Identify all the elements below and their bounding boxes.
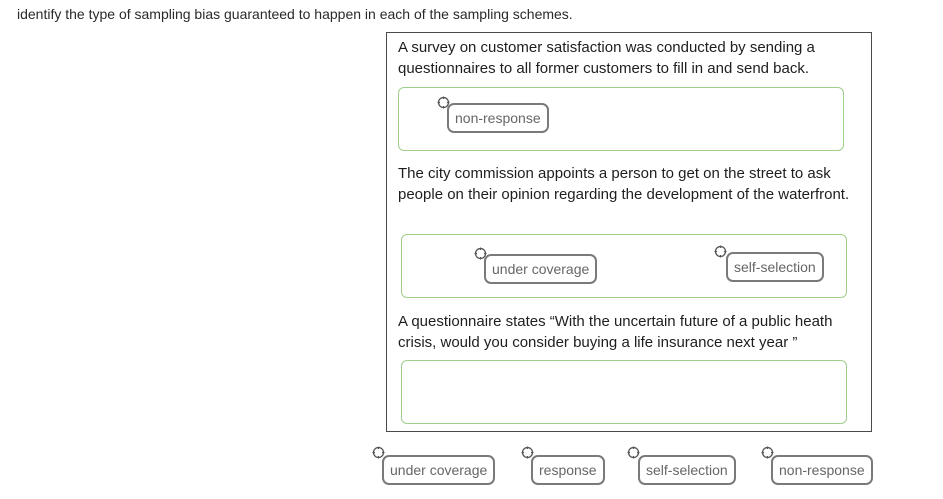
question-2-text: The city commission appoints a person to… (398, 165, 850, 203)
bank-chip-non-response[interactable]: non-response (771, 455, 873, 485)
question-3-text: A questionnaire states “With the uncerta… (398, 313, 833, 351)
placed-chip-self-selection[interactable]: self-selection (726, 252, 824, 282)
question-3-dropzone[interactable] (401, 360, 847, 424)
bank-chip-under-coverage[interactable]: under coverage (382, 455, 496, 485)
question-2-dropzone[interactable]: under coverage self-selection (401, 234, 847, 298)
placed-chip-non-response[interactable]: non-response (447, 103, 549, 133)
bank-chip-response[interactable]: response (531, 455, 605, 485)
bank-chip-self-selection[interactable]: self-selection (638, 455, 736, 485)
question-1-text: A survey on customer satisfaction was co… (398, 39, 815, 77)
question-1-dropzone[interactable]: non-response (398, 87, 844, 151)
move-handle-icon[interactable] (714, 245, 727, 258)
move-handle-icon[interactable] (627, 446, 640, 459)
instruction-text: identify the type of sampling bias guara… (17, 6, 573, 22)
question-panel: A survey on customer satisfaction was co… (386, 32, 872, 432)
placed-chip-under-coverage[interactable]: under coverage (484, 254, 598, 284)
